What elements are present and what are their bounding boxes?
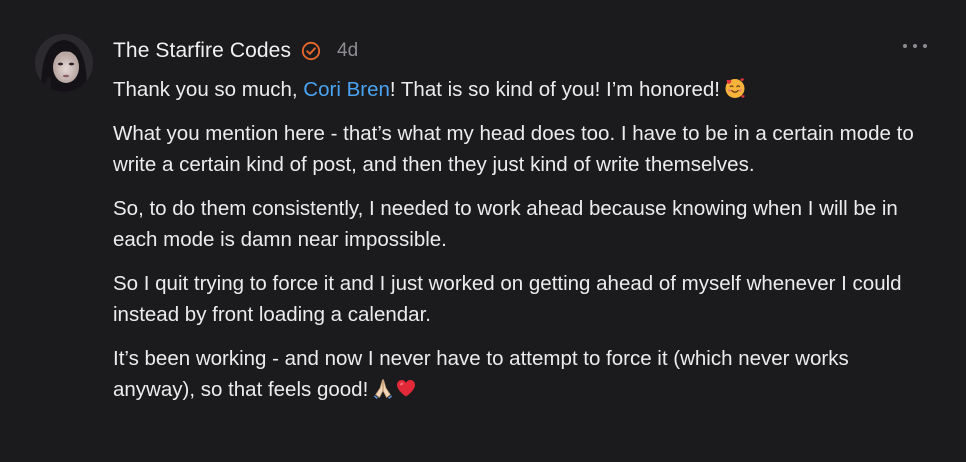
dot [923, 44, 927, 48]
smiling-face-with-hearts-emoji [724, 77, 746, 99]
paragraph: What you mention here - that’s what my h… [113, 122, 914, 176]
comment-body: Thank you so much, Cori Bren! That is so… [113, 74, 935, 418]
paragraph-text: ! That is so kind of you! I’m honored! [389, 78, 720, 101]
paragraph: So, to do them consistently, I needed to… [113, 197, 898, 251]
paragraph-text: Thank you so much, [113, 78, 304, 101]
paragraph-text: It’s been working - and now I never have… [113, 347, 849, 401]
author-name[interactable]: The Starfire Codes [113, 39, 291, 63]
mention-link[interactable]: Cori Bren [303, 78, 390, 101]
verified-badge-icon [301, 41, 321, 61]
timestamp[interactable]: 4d [337, 40, 358, 62]
more-options-icon[interactable] [903, 41, 927, 51]
avatar[interactable] [35, 34, 93, 92]
paragraph: So I quit trying to force it and I just … [113, 272, 902, 326]
dot [913, 44, 917, 48]
folded-hands-emoji [372, 377, 394, 399]
red-heart-emoji [395, 377, 417, 399]
dot [903, 44, 907, 48]
comment-header: The Starfire Codes 4d [113, 36, 358, 66]
paragraph: Thank you so much, Cori Bren! That is so… [113, 74, 935, 105]
comment: The Starfire Codes 4d Thank you so much,… [0, 0, 966, 462]
paragraph: It’s been working - and now I never have… [113, 343, 935, 405]
